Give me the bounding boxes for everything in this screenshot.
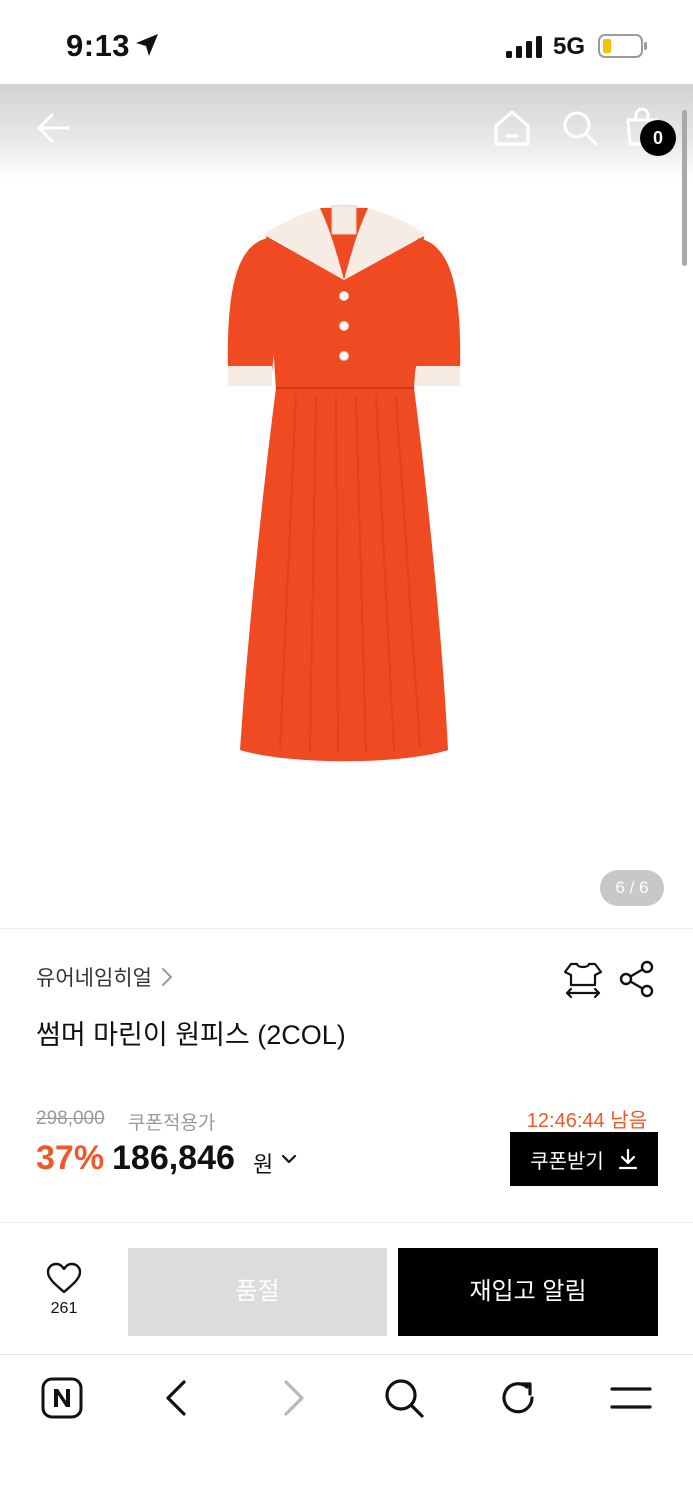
product-title: 썸머 마린이 원피스 (2COL) <box>36 1020 346 1050</box>
download-icon <box>618 1148 637 1170</box>
scrollbar[interactable] <box>682 110 687 266</box>
like-count: 261 <box>50 1300 78 1317</box>
coupon-price-label: 쿠폰적용가 <box>128 1113 216 1134</box>
hanger-size-icon[interactable] <box>563 960 603 1000</box>
divider <box>0 1354 693 1355</box>
like-button[interactable]: 261 <box>40 1262 88 1328</box>
signal-icon <box>506 36 542 58</box>
sale-price: 186,846 <box>112 1139 235 1177</box>
search-icon[interactable] <box>560 108 600 148</box>
dress-image <box>227 204 461 762</box>
restock-alert-button[interactable]: 재입고 알림 <box>398 1248 658 1336</box>
brand-link[interactable]: 유어네임히얼 <box>36 962 174 992</box>
home-icon[interactable] <box>492 108 532 148</box>
discount-rate: 37% <box>36 1139 105 1177</box>
network-type: 5G <box>553 33 586 60</box>
heart-icon <box>46 1262 82 1294</box>
brand-name[interactable]: 유어네임히얼 <box>36 962 152 992</box>
chevron-right-icon <box>161 968 172 986</box>
status-bar: 9:13 5G <box>0 0 693 84</box>
product-gallery[interactable]: 0 6 / 6 <box>0 84 693 928</box>
status-time: 9:13 <box>66 28 131 63</box>
coupon-button-label: 쿠폰받기 <box>530 1150 604 1173</box>
divider <box>0 1222 693 1223</box>
naver-icon[interactable] <box>40 1376 84 1420</box>
location-arrow-icon <box>136 34 158 56</box>
coupon-download-button[interactable]: 쿠폰받기 <box>510 1132 658 1186</box>
coupon-timer: 12:46:44 남음 <box>526 1110 647 1132</box>
back-arrow-icon[interactable] <box>34 108 74 148</box>
search-icon[interactable] <box>382 1376 426 1420</box>
reload-icon[interactable] <box>496 1376 540 1420</box>
cart-count-badge: 0 <box>640 120 676 156</box>
gallery-pager: 6 / 6 <box>600 870 664 906</box>
menu-icon[interactable] <box>609 1376 653 1420</box>
battery-icon <box>598 34 647 58</box>
forward-icon[interactable] <box>270 1376 314 1420</box>
back-icon[interactable] <box>156 1376 200 1420</box>
share-icon[interactable] <box>618 960 656 998</box>
currency-unit: 원 <box>253 1152 274 1177</box>
divider <box>0 928 693 929</box>
original-price: 298,000 <box>36 1108 105 1129</box>
soldout-button: 품절 <box>128 1248 387 1336</box>
chevron-down-icon[interactable] <box>280 1152 298 1166</box>
